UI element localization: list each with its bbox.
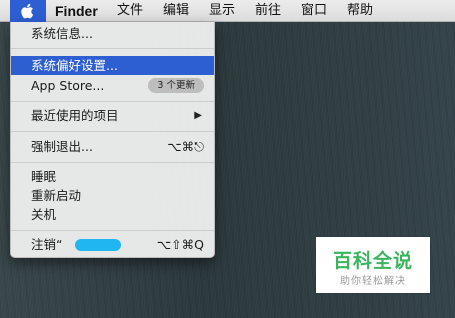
apple-icon — [21, 3, 34, 19]
watermark-subtitle: 助你轻松解决 — [340, 276, 406, 287]
menu-item-recent-items-label: 最近使用的项目 — [31, 108, 119, 123]
menu-item-system-preferences[interactable]: 系统偏好设置... — [11, 56, 214, 75]
menu-item-recent-items[interactable]: 最近使用的项目 ▶ — [11, 106, 214, 125]
menu-item-force-quit[interactable]: 强制退出... ⌥⌘⎋ — [11, 137, 214, 156]
menu-item-sleep-label: 睡眠 — [31, 169, 57, 184]
menu-item-shutdown[interactable]: 关机 — [11, 205, 214, 224]
menubar-file[interactable]: 文件 — [117, 3, 143, 19]
menu-item-force-quit-label: 强制退出... — [31, 139, 93, 154]
apple-menu-button[interactable] — [10, 0, 46, 22]
updates-badge: 3 个更新 — [148, 78, 204, 93]
watermark-title: 百科全说 — [332, 250, 413, 272]
menubar-window[interactable]: 窗口 — [301, 3, 327, 19]
apple-dropdown-menu: 系统信息... 系统偏好设置... App Store... 3 个更新 最近使… — [10, 22, 215, 258]
redacted-username — [75, 239, 121, 251]
submenu-arrow-icon: ▶ — [194, 110, 202, 121]
menu-item-restart[interactable]: 重新启动 — [11, 186, 214, 205]
menu-separator — [11, 230, 214, 231]
menubar-edit[interactable]: 编辑 — [163, 3, 189, 19]
menu-item-about[interactable]: 系统信息... — [11, 24, 214, 43]
menubar-go[interactable]: 前往 — [255, 3, 281, 19]
menubar-view[interactable]: 显示 — [209, 3, 235, 19]
menu-separator — [11, 162, 214, 163]
menu-item-shutdown-label: 关机 — [31, 207, 57, 222]
menu-item-logout-label: 注销“ — [31, 237, 63, 252]
menu-separator — [11, 131, 214, 132]
logout-shortcut: ⌥⇧⌘Q — [156, 237, 204, 252]
menu-separator — [11, 101, 214, 102]
menu-item-app-store-label: App Store... — [31, 78, 105, 93]
menu-item-sleep[interactable]: 睡眠 — [11, 167, 214, 186]
menubar-app-finder[interactable]: Finder — [55, 3, 98, 19]
menu-bar: Finder 文件 编辑 显示 前往 窗口 帮助 — [0, 0, 455, 22]
menu-item-restart-label: 重新启动 — [31, 188, 82, 203]
menu-item-system-preferences-label: 系统偏好设置... — [31, 58, 118, 73]
menu-item-about-label: 系统信息... — [31, 26, 93, 41]
menu-item-logout[interactable]: 注销“ ⌥⇧⌘Q — [11, 235, 214, 254]
menu-separator — [11, 48, 214, 49]
force-quit-shortcut: ⌥⌘⎋ — [167, 139, 204, 154]
menu-item-app-store[interactable]: App Store... 3 个更新 — [11, 76, 214, 95]
menubar-help[interactable]: 帮助 — [347, 3, 373, 19]
watermark-logo: 百科全说 助你轻松解决 — [316, 237, 430, 293]
